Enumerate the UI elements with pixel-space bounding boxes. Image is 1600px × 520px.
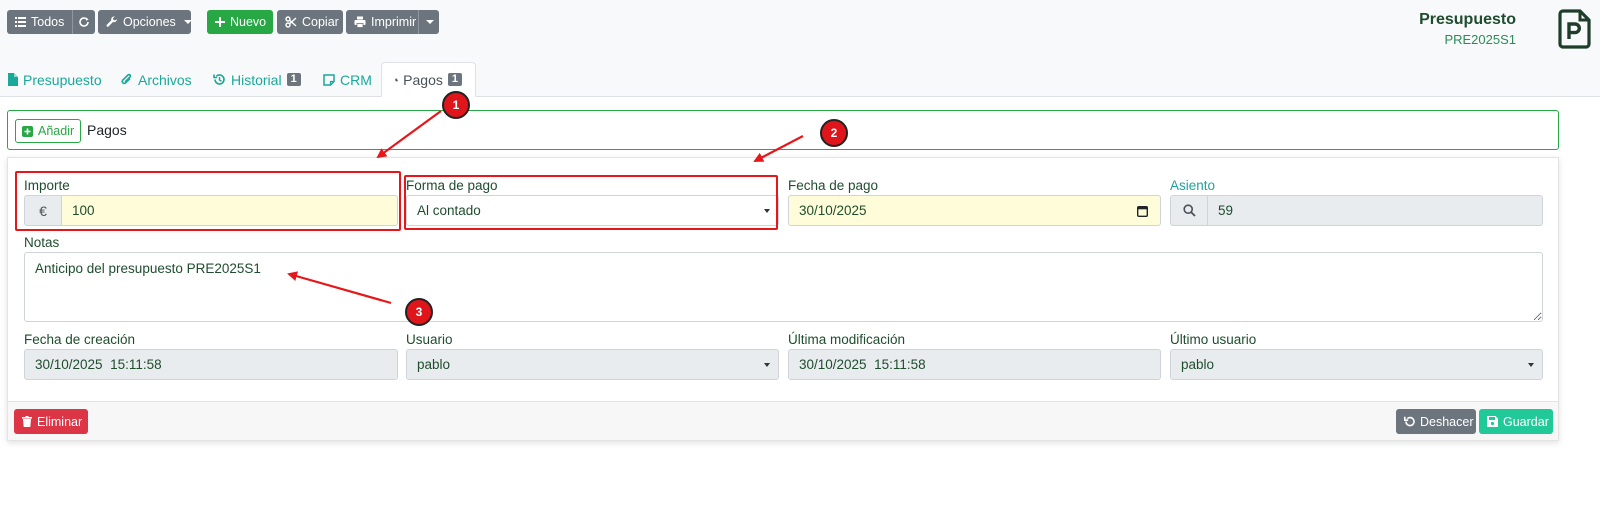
pagos-count-badge: 1	[447, 73, 462, 86]
notas-textarea[interactable]	[24, 252, 1543, 322]
pagos-section-label: Pagos	[87, 122, 127, 138]
forma-pago-select[interactable]: Al contado	[406, 195, 779, 226]
payment-card: Importe € 100 Forma de pago Al contado F…	[7, 157, 1559, 441]
guardar-button[interactable]: Guardar	[1479, 409, 1553, 434]
forma-pago-label: Forma de pago	[406, 178, 498, 193]
annotation-marker-2: 2	[820, 119, 848, 147]
tab-label: Presupuesto	[23, 71, 102, 88]
fecha-creacion-field: 30/10/2025 15:11:58	[24, 349, 398, 380]
asiento-label[interactable]: Asiento	[1170, 178, 1215, 193]
copiar-button[interactable]: Copiar	[277, 10, 343, 34]
top-bar: Todos Opciones Nuevo Copiar Imprimir Pre…	[0, 0, 1600, 97]
opciones-label: Opciones	[123, 15, 176, 29]
imprimir-label: Imprimir	[371, 15, 417, 29]
add-payment-button[interactable]: Añadir	[15, 119, 82, 143]
fecha-pago-value: 30/10/2025	[799, 203, 867, 218]
usuario-label: Usuario	[406, 332, 453, 347]
annotation-marker-1: 1	[442, 91, 470, 119]
deshacer-label: Deshacer	[1420, 414, 1474, 429]
tab-label: CRM	[340, 71, 372, 88]
document-code: PRE2025S1	[1444, 32, 1516, 47]
ultimo-usuario-value: pablo	[1181, 357, 1215, 372]
undo-icon	[1404, 416, 1415, 427]
chevron-down-icon	[764, 363, 770, 367]
usuario-select: pablo	[406, 349, 779, 380]
tab-historial[interactable]: Historial 1	[213, 62, 301, 97]
paperclip-icon	[121, 73, 132, 85]
tab-crm[interactable]: CRM	[323, 62, 372, 97]
annotation-marker-3: 3	[405, 298, 433, 326]
ultima-modificacion-label: Última modificación	[788, 332, 906, 347]
todos-button[interactable]: Todos	[7, 10, 95, 34]
todos-label: Todos	[31, 15, 65, 29]
save-icon	[1487, 416, 1498, 427]
tab-label: Pagos	[403, 71, 443, 88]
file-icon	[8, 73, 18, 86]
pagos-toolbar: Añadir Pagos	[7, 110, 1559, 150]
eliminar-button[interactable]: Eliminar	[14, 409, 88, 434]
scissors-icon	[285, 16, 297, 28]
chevron-down-icon	[764, 209, 770, 213]
chevron-down-icon[interactable]	[426, 20, 434, 24]
add-label: Añadir	[38, 124, 75, 138]
wrench-icon	[106, 16, 117, 27]
eliminar-label: Eliminar	[37, 414, 83, 429]
guardar-label: Guardar	[1503, 414, 1549, 429]
usuario-value: pablo	[417, 357, 451, 372]
ultima-modificacion-field: 30/10/2025 15:11:58	[788, 349, 1161, 380]
document-header: Presupuesto PRE2025S1	[1419, 11, 1516, 47]
plus-icon	[215, 17, 225, 27]
forma-pago-value: Al contado	[417, 203, 481, 218]
tab-presupuesto[interactable]: Presupuesto	[8, 62, 102, 97]
tab-label: Historial	[231, 71, 282, 88]
printer-icon	[354, 16, 366, 28]
ultimo-usuario-select: pablo	[1170, 349, 1543, 380]
imprimir-button[interactable]: Imprimir	[346, 10, 439, 34]
opciones-button[interactable]: Opciones	[98, 10, 192, 34]
plus-square-icon	[22, 125, 33, 137]
tab-archivos[interactable]: Archivos	[121, 62, 192, 97]
document-title: Presupuesto	[1419, 11, 1516, 28]
chevron-down-icon	[1528, 363, 1534, 367]
notas-label: Notas	[24, 235, 60, 250]
calendar-icon[interactable]	[1137, 205, 1148, 217]
fecha-creacion-label: Fecha de creación	[24, 332, 136, 347]
euro-icon: €	[24, 195, 62, 226]
nuevo-button[interactable]: Nuevo	[207, 10, 273, 34]
tab-label: Archivos	[138, 71, 192, 88]
importe-label: Importe	[24, 178, 70, 193]
deshacer-button[interactable]: Deshacer	[1396, 409, 1476, 434]
trash-icon	[22, 416, 32, 427]
history-icon	[213, 74, 225, 85]
card-footer: Eliminar Deshacer Guardar	[8, 401, 1558, 440]
importe-input[interactable]: 100	[61, 195, 398, 226]
asiento-input[interactable]: 59	[1207, 195, 1543, 226]
fecha-pago-input[interactable]: 30/10/2025	[788, 195, 1161, 226]
coins-icon	[395, 78, 399, 81]
refresh-icon[interactable]	[78, 16, 90, 28]
nuevo-label: Nuevo	[230, 15, 267, 29]
copiar-label: Copiar	[302, 15, 339, 29]
chevron-down-icon	[183, 20, 192, 24]
note-icon	[323, 73, 335, 86]
list-icon	[15, 17, 26, 27]
history-count-badge: 1	[286, 73, 301, 86]
ultimo-usuario-label: Último usuario	[1170, 332, 1257, 347]
fecha-pago-label: Fecha de pago	[788, 178, 879, 193]
document-p-icon	[1558, 9, 1591, 49]
search-icon[interactable]	[1170, 195, 1208, 226]
